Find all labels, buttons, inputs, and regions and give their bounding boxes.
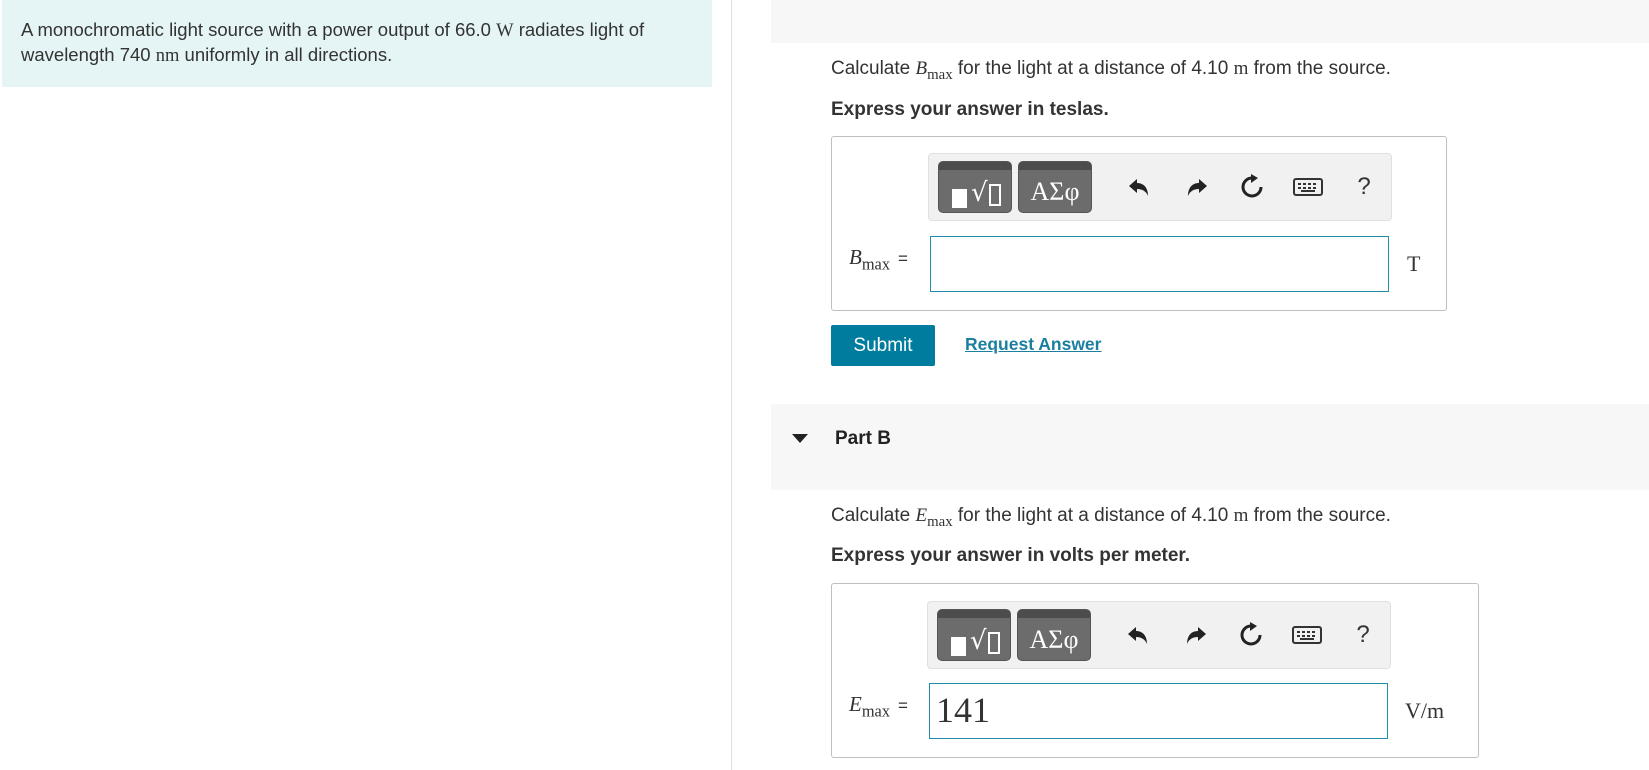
problem-text-2: radiates light of (513, 19, 645, 40)
request-answer-link[interactable]: Request Answer (965, 334, 1101, 355)
part-a-question-var: B (915, 58, 928, 79)
part-a-math-toolbar: √ ΑΣφ ? (928, 153, 1392, 221)
part-a-answer-input[interactable] (930, 236, 1389, 292)
part-a-question-end: from the source. (1248, 58, 1391, 79)
part-b-equals: = (898, 696, 908, 715)
part-b-question-unit: m (1233, 505, 1249, 526)
keyboard-button[interactable] (1291, 170, 1325, 204)
reset-icon (1241, 174, 1263, 198)
redo-icon (1187, 627, 1206, 644)
problem-text-1: A monochromatic light source with a powe… (21, 19, 497, 40)
part-b-question: Calculate Emax for the light at a distan… (831, 505, 1391, 531)
part-b-unit: V/m (1405, 698, 1445, 723)
part-a-unit: T (1407, 251, 1421, 276)
part-a-question-post: for the light at a distance of 4.10 (952, 58, 1234, 79)
reset-icon (1240, 622, 1262, 646)
part-a-equals: = (898, 249, 908, 268)
part-b-answer-box: √ ΑΣφ ? Emax = 141 V/m (831, 583, 1479, 758)
problem-text-4: uniformly in all directions. (179, 44, 393, 65)
part-b-title[interactable]: Part B (835, 428, 891, 450)
undo-button[interactable] (1121, 618, 1155, 652)
part-a-header-band (771, 0, 1649, 43)
greek-symbols-button[interactable]: ΑΣφ (1017, 609, 1091, 661)
part-b-lhs-label: Emax = (849, 692, 908, 722)
keyboard-icon (1293, 178, 1323, 196)
part-b-question-end: from the source. (1248, 505, 1391, 526)
help-button[interactable]: ? (1347, 170, 1381, 204)
greek-symbols-label: ΑΣφ (1030, 177, 1080, 206)
reset-button[interactable] (1234, 618, 1268, 652)
greek-symbols-button[interactable]: ΑΣφ (1018, 161, 1092, 213)
submit-button[interactable]: Submit (831, 325, 935, 366)
reset-button[interactable] (1235, 170, 1269, 204)
problem-statement: A monochromatic light source with a powe… (2, 0, 712, 87)
part-b-answer-input[interactable]: 141 (929, 683, 1388, 739)
undo-icon (1128, 627, 1147, 644)
undo-icon (1129, 179, 1148, 196)
part-a-question-pre: Calculate (831, 58, 916, 79)
part-a-question: Calculate Bmax for the light at a distan… (831, 58, 1391, 84)
problem-unit-nm: nm (155, 46, 180, 66)
part-b-question-sub: max (927, 514, 953, 531)
part-b-math-toolbar: √ ΑΣφ ? (927, 601, 1391, 669)
greek-symbols-label: ΑΣφ (1029, 625, 1079, 654)
part-b-instruction: Express your answer in volts per meter. (831, 545, 1191, 566)
part-a-lhs-var: B (849, 245, 862, 269)
collapse-caret-icon[interactable] (792, 434, 808, 443)
part-a-lhs-sub: max (861, 254, 890, 274)
part-b-lhs-sub: max (861, 701, 890, 721)
column-divider (731, 0, 732, 770)
part-a-question-unit: m (1233, 58, 1249, 79)
part-a-answer-box: √ ΑΣφ ? Bmax = T (831, 136, 1447, 311)
templates-button[interactable]: √ (938, 161, 1012, 213)
redo-button[interactable] (1179, 618, 1213, 652)
keyboard-button[interactable] (1290, 618, 1324, 652)
part-a-question-sub: max (927, 67, 953, 84)
part-b-header[interactable] (771, 404, 1649, 490)
part-a-instruction: Express your answer in teslas. (831, 99, 1109, 120)
help-button[interactable]: ? (1346, 618, 1380, 652)
templates-icon (951, 637, 966, 656)
undo-button[interactable] (1122, 170, 1156, 204)
keyboard-icon (1292, 626, 1322, 644)
templates-icon (952, 189, 967, 208)
templates-button[interactable]: √ (937, 609, 1011, 661)
problem-unit-watts: W (496, 21, 514, 41)
part-b-question-var: E (915, 505, 928, 526)
redo-button[interactable] (1180, 170, 1214, 204)
problem-text-3: wavelength 740 (21, 44, 156, 65)
part-a-lhs-label: Bmax = (849, 245, 908, 275)
redo-icon (1188, 179, 1207, 196)
part-b-question-pre: Calculate (831, 505, 916, 526)
part-b-lhs-var: E (849, 692, 862, 716)
part-b-question-post: for the light at a distance of 4.10 (952, 505, 1234, 526)
